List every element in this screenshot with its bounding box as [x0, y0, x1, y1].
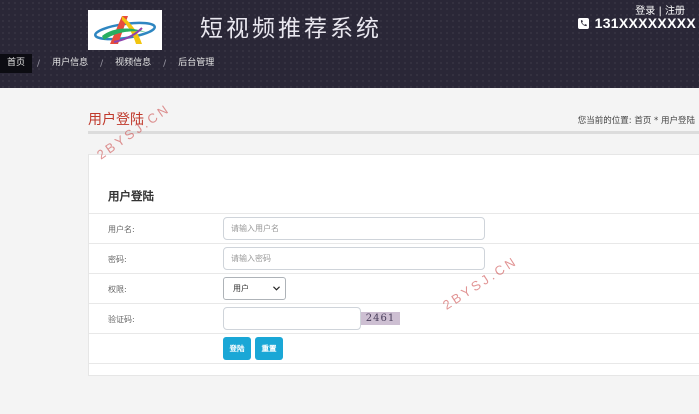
form-bottom-divider: [89, 363, 699, 364]
username-input[interactable]: 请输入用户名: [223, 217, 485, 240]
nav-item-video-info[interactable]: 视频信息: [108, 54, 158, 73]
role-select-value: 用户: [233, 284, 249, 293]
role-label: 权限:: [108, 285, 127, 294]
site-title: 短视频推荐系统: [200, 16, 382, 42]
nav-separator: /: [37, 58, 41, 69]
logo-graphic: [94, 16, 156, 44]
username-row: 用户名: 请输入用户名: [89, 213, 699, 243]
captcha-row: 验证码: 2461: [89, 303, 699, 333]
site-header: 短视频推荐系统 登录 | 注册 131XXXXXXXX 首页 / 用户信息 / …: [0, 0, 699, 88]
role-select[interactable]: 用户: [223, 277, 286, 300]
breadcrumb: 您当前的位置: 首页 * 用户登陆: [577, 116, 695, 126]
phone-number: 131XXXXXXXX: [594, 15, 696, 31]
username-label: 用户名:: [108, 225, 135, 234]
nav-item-user-info[interactable]: 用户信息: [45, 54, 95, 73]
title-divider: [88, 131, 699, 134]
nav-item-admin[interactable]: 后台管理: [171, 54, 221, 73]
form-heading: 用户登陆: [108, 189, 154, 203]
captcha-image[interactable]: 2461: [361, 312, 400, 325]
chevron-down-icon: [273, 286, 280, 291]
password-label: 密码:: [108, 255, 127, 264]
site-logo[interactable]: [88, 10, 162, 50]
captcha-input[interactable]: [223, 307, 361, 330]
password-row: 密码: 请输入密码: [89, 243, 699, 273]
reset-button[interactable]: 重置: [255, 337, 283, 360]
main-nav: 首页 / 用户信息 / 视频信息 / 后台管理: [0, 54, 221, 73]
button-row: 登陆 重置: [89, 333, 699, 363]
nav-separator: /: [100, 58, 104, 69]
nav-item-home[interactable]: 首页: [0, 54, 33, 73]
role-row: 权限: 用户: [89, 273, 699, 303]
captcha-label: 验证码:: [108, 315, 135, 324]
login-panel: 用户登陆 用户名: 请输入用户名 密码: 请输入密码 权限: 用户 验证码: 2…: [88, 154, 699, 376]
nav-separator: /: [163, 58, 167, 69]
phone-contact: 131XXXXXXXX: [577, 15, 696, 31]
phone-icon: [577, 17, 589, 29]
password-input[interactable]: 请输入密码: [223, 247, 485, 270]
login-button[interactable]: 登陆: [223, 337, 251, 360]
